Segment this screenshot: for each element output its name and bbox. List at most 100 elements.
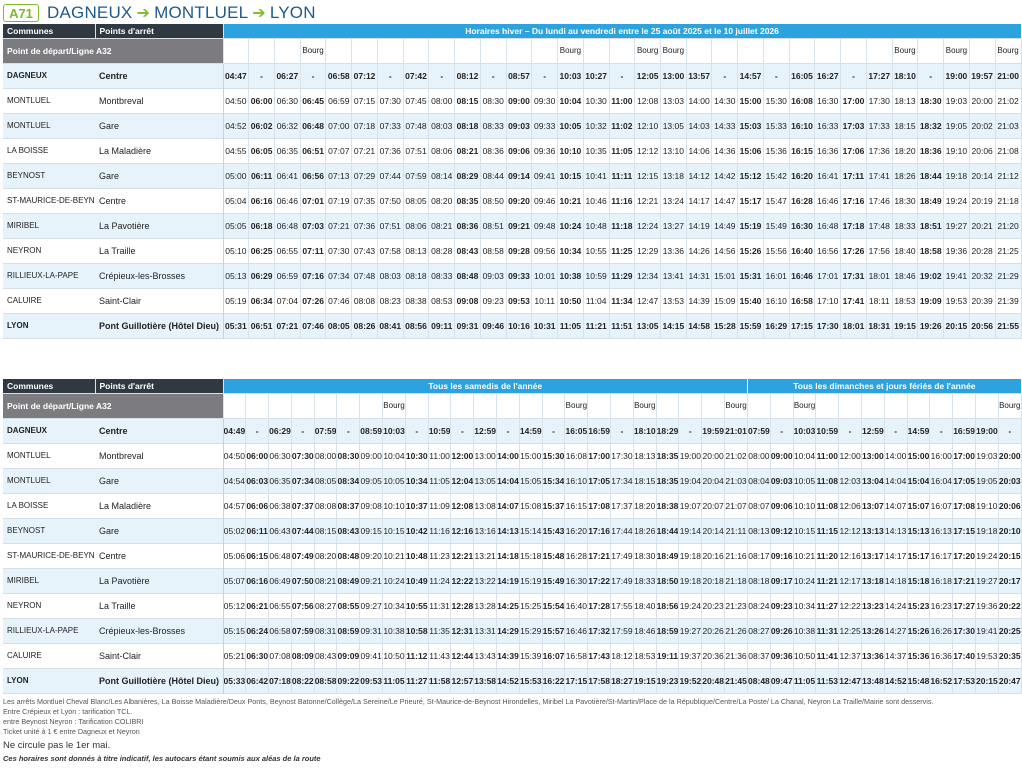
origin-cell xyxy=(770,393,794,418)
departure-time: 16:30 xyxy=(564,568,589,593)
departure-time: 08:07 xyxy=(747,493,771,518)
departure-time: 10:58 xyxy=(405,618,429,643)
departure-time: 09:53 xyxy=(359,668,384,693)
departure-time: 15:18 xyxy=(519,543,543,568)
departure-time: 18:26 xyxy=(633,518,657,543)
departure-time: 12:16 xyxy=(838,543,862,568)
departure-time: 20:21 xyxy=(969,213,996,238)
stop-name: Centre xyxy=(95,188,224,213)
departure-time: 19:02 xyxy=(917,263,945,288)
departure-time: 07:45 xyxy=(403,88,430,113)
departure-time: 16:08 xyxy=(789,88,816,113)
departure-time: 19:18 xyxy=(678,568,703,593)
stop-name: Centre xyxy=(95,543,224,568)
departure-time: 17:30 xyxy=(952,618,976,643)
departure-time: 12:21 xyxy=(634,188,661,213)
departure-time: 11:51 xyxy=(609,313,636,338)
departure-time: 08:00 xyxy=(314,443,338,468)
departure-time: 09:11 xyxy=(428,313,456,338)
departure-time: - xyxy=(428,63,456,88)
departure-time: 06:32 xyxy=(274,113,301,138)
departure-time: 20:04 xyxy=(701,468,726,493)
departure-time: 06:11 xyxy=(248,163,275,188)
departure-time: 06:30 xyxy=(274,88,301,113)
commune-name: MONTLUEL xyxy=(7,451,51,460)
departure-time: 18:27 xyxy=(610,668,634,693)
departure-time: 09:17 xyxy=(770,568,794,593)
departure-time: 12:00 xyxy=(450,443,475,468)
departure-time: 05:10 xyxy=(223,238,250,263)
departure-time: 10:50 xyxy=(793,643,817,668)
departure-time: 17:41 xyxy=(840,288,867,313)
origin-cell xyxy=(789,38,816,63)
departure-time: 07:26 xyxy=(300,288,327,313)
departure-time: 13:10 xyxy=(660,138,687,163)
departure-time: 05:31 xyxy=(223,313,250,338)
departure-time: 12:17 xyxy=(838,568,862,593)
origin-cell xyxy=(506,38,533,63)
departure-time: 09:16 xyxy=(770,543,794,568)
departure-time: 17:56 xyxy=(866,238,893,263)
departure-time: 10:21 xyxy=(557,188,584,213)
departure-time: 15:23 xyxy=(907,593,931,618)
departure-time: 17:03 xyxy=(840,113,867,138)
commune-name: NEYRON xyxy=(7,246,42,255)
departure-time: 20:47 xyxy=(998,668,1022,693)
departure-time: 11:35 xyxy=(428,618,452,643)
stop-row: MONTLUEL Montbreval 04:50 06:00 06:30 07:30 08… xyxy=(3,443,1022,468)
departure-time: 10:04 xyxy=(382,443,406,468)
departure-time: 19:27 xyxy=(943,213,970,238)
departure-time: 12:12 xyxy=(838,518,862,543)
departure-time: 18:13 xyxy=(633,443,657,468)
commune-name: DAGNEUX xyxy=(3,418,95,443)
departure-time: 06:21 xyxy=(245,593,270,618)
origin-cell xyxy=(917,38,945,63)
departure-time: 16:18 xyxy=(929,568,954,593)
departure-time: 08:50 xyxy=(480,188,507,213)
stop-row: LYON Pont Guillotière (Hôtel Dieu) 05:33 06… xyxy=(3,668,1022,693)
departure-time: 12:31 xyxy=(450,618,475,643)
origin-bourg: Bourg xyxy=(633,393,657,418)
departure-time: 15:36 xyxy=(763,138,790,163)
departure-time: 21:36 xyxy=(724,643,749,668)
departure-time: 04:55 xyxy=(223,138,250,163)
departure-time: 15:06 xyxy=(737,138,764,163)
origin-cell xyxy=(711,38,739,63)
departure-time: 21:18 xyxy=(995,188,1022,213)
stop-row: CALUIRE Saint-Clair 05:21 06:30 07:08 08:09 08… xyxy=(3,643,1022,668)
departure-time: 08:18 xyxy=(403,263,430,288)
footnote: Les arrêts Montluel Cheval Blanc/Les Alb… xyxy=(3,697,934,706)
departure-time: 15:19 xyxy=(737,213,764,238)
departure-time: 11:08 xyxy=(815,493,840,518)
origin-cell xyxy=(814,38,842,63)
departure-time: 18:15 xyxy=(892,113,919,138)
departure-time: - xyxy=(450,418,475,443)
departure-time: 15:48 xyxy=(907,668,931,693)
departure-time: 06:48 xyxy=(274,213,301,238)
departure-time: 17:58 xyxy=(587,668,612,693)
departure-time: 21:12 xyxy=(995,163,1022,188)
stop-name: La Pavotière xyxy=(95,213,224,238)
departure-time: 15:13 xyxy=(907,518,931,543)
departure-time: 14:18 xyxy=(884,568,908,593)
departure-time: 16:20 xyxy=(789,163,816,188)
departure-time: 10:15 xyxy=(557,163,584,188)
departure-time: 13:07 xyxy=(861,493,885,518)
departure-time: 09:41 xyxy=(359,643,384,668)
departure-time: 13:05 xyxy=(660,113,687,138)
departure-time: 07:34 xyxy=(291,468,315,493)
commune-name: DAGNEUX xyxy=(3,63,95,88)
origin-cell xyxy=(583,38,610,63)
departure-time: 19:24 xyxy=(975,543,999,568)
departure-time: 21:39 xyxy=(995,288,1022,313)
departure-time: - xyxy=(480,63,507,88)
departure-time: 11:41 xyxy=(815,643,840,668)
departure-time: 20:17 xyxy=(998,568,1022,593)
departure-time: 10:01 xyxy=(531,263,559,288)
departure-time: - xyxy=(610,418,634,443)
departure-time: 08:34 xyxy=(336,468,361,493)
departure-time: 06:58 xyxy=(325,63,353,88)
departure-time: 07:36 xyxy=(377,138,404,163)
origin-cell xyxy=(377,38,404,63)
stop-row: MONTLUEL Gare 04:54 06:03 06:35 07:34 08:05 08:… xyxy=(3,468,1022,493)
